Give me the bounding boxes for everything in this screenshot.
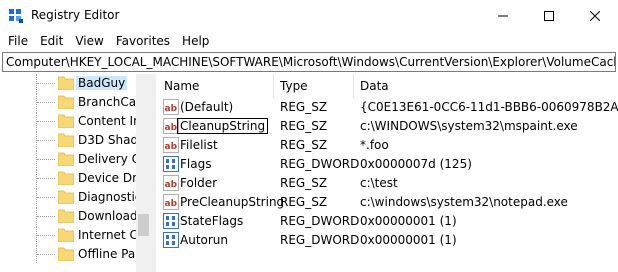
- folder-icon: [58, 76, 74, 90]
- menu-edit[interactable]: Edit: [34, 31, 69, 51]
- tree-item-branchcache[interactable]: BranchCache: [0, 93, 151, 111]
- folder-icon: [58, 209, 74, 223]
- close-icon: [590, 10, 600, 21]
- dword-value-icon: [163, 213, 179, 229]
- svg-text:ab: ab: [165, 199, 178, 209]
- value-name: Folder: [180, 176, 218, 190]
- svg-text:ab: ab: [165, 142, 178, 152]
- folder-icon: [58, 95, 74, 109]
- value-data: {C0E13E61-0CC6-11d1-BBB6-0060978B2AE6}: [360, 100, 618, 114]
- minimize-icon: [498, 15, 508, 16]
- value-type: REG_SZ: [280, 176, 328, 190]
- string-value-icon: ab: [163, 118, 179, 134]
- value-name: CleanupString: [176, 118, 269, 134]
- menu-file[interactable]: File: [0, 31, 34, 51]
- dword-value-icon: [163, 156, 179, 172]
- tree-item-internet-cache[interactable]: Internet Cache Files: [0, 226, 151, 244]
- value-row[interactable]: Flags REG_DWORD 0x0000007d (125): [156, 155, 618, 174]
- maximize-button[interactable]: [526, 0, 572, 31]
- tree-vertical-scrollbar[interactable]: [136, 74, 151, 272]
- tree-item-badguy[interactable]: BadGuy: [0, 74, 151, 92]
- value-row[interactable]: StateFlags REG_DWORD 0x00000001 (1): [156, 212, 618, 231]
- minimize-button[interactable]: [480, 0, 526, 31]
- folder-icon: [58, 190, 74, 204]
- value-name: Autorun: [180, 233, 229, 247]
- registry-editor-app-icon: [9, 9, 23, 23]
- value-data: c:\test: [360, 176, 398, 190]
- folder-icon: [58, 152, 74, 166]
- value-data: 0x00000001 (1): [360, 214, 457, 228]
- value-row[interactable]: ab (Default) REG_SZ {C0E13E61-0CC6-11d1-…: [156, 98, 618, 117]
- svg-text:ab: ab: [165, 123, 178, 133]
- dword-value-icon: [163, 232, 179, 248]
- value-type: REG_SZ: [280, 195, 328, 209]
- folder-icon: [58, 228, 74, 242]
- folder-icon: [58, 114, 74, 128]
- column-header-type[interactable]: Type: [280, 74, 308, 98]
- string-value-icon: ab: [163, 175, 179, 191]
- tree-item-delivery-optimization[interactable]: Delivery Optimization Files: [0, 150, 151, 168]
- tree-item-diagnostic[interactable]: Diagnostic Data Viewer database files: [0, 188, 151, 206]
- scrollbar-thumb[interactable]: [138, 214, 149, 236]
- value-name: Flags: [180, 157, 212, 171]
- maximize-icon: [544, 10, 554, 21]
- value-type: REG_SZ: [280, 119, 328, 133]
- value-data: 0x0000007d (125): [360, 157, 472, 171]
- registry-editor-window: Registry Editor File Edit View Favorites…: [0, 0, 618, 272]
- menu-help[interactable]: Help: [176, 31, 215, 51]
- svg-text:ab: ab: [165, 180, 178, 190]
- menu-favorites[interactable]: Favorites: [110, 31, 176, 51]
- tree-item-d3d-shader[interactable]: D3D Shader Cache: [0, 131, 151, 149]
- window-title: Registry Editor: [31, 8, 120, 22]
- value-data: c:\WINDOWS\system32\mspaint.exe: [360, 119, 578, 133]
- title-bar[interactable]: Registry Editor: [0, 0, 618, 31]
- close-button[interactable]: [572, 0, 618, 31]
- value-name: (Default): [180, 100, 234, 114]
- value-row[interactable]: ab PreCleanupString REG_SZ c:\windows\sy…: [156, 193, 618, 212]
- menu-view[interactable]: View: [69, 31, 109, 51]
- value-row[interactable]: ab Filelist REG_SZ *.foo: [156, 136, 618, 155]
- string-value-icon: ab: [163, 137, 179, 153]
- value-name: Filelist: [180, 138, 218, 152]
- folder-icon: [58, 133, 74, 147]
- string-value-icon: ab: [163, 194, 179, 210]
- column-divider[interactable]: [273, 74, 274, 98]
- value-row[interactable]: ab CleanupString REG_SZ c:\WINDOWS\syste…: [156, 117, 618, 136]
- column-header-name[interactable]: Name: [164, 74, 199, 98]
- folder-icon: [58, 247, 74, 261]
- tree-item-content-indexer[interactable]: Content Indexer Cleaner: [0, 112, 151, 130]
- value-data: *.foo: [360, 138, 389, 152]
- column-header-data[interactable]: Data: [360, 74, 389, 98]
- value-type: REG_DWORD: [280, 233, 360, 247]
- value-type: REG_DWORD: [280, 214, 360, 228]
- value-type: REG_DWORD: [280, 157, 360, 171]
- tree-item-label: BadGuy: [76, 76, 128, 90]
- value-row[interactable]: ab Folder REG_SZ c:\test: [156, 174, 618, 193]
- values-list-pane[interactable]: Name Type Data ab (Default) REG_SZ {C0E1…: [156, 74, 618, 272]
- tree-item-device-driver[interactable]: Device Driver Packages: [0, 169, 151, 187]
- address-path[interactable]: Computer\HKEY_LOCAL_MACHINE\SOFTWARE\Mic…: [6, 55, 615, 69]
- string-value-icon: ab: [163, 99, 179, 115]
- address-bar[interactable]: Computer\HKEY_LOCAL_MACHINE\SOFTWARE\Mic…: [2, 52, 616, 72]
- value-data: 0x00000001 (1): [360, 233, 457, 247]
- key-tree-pane[interactable]: BadGuy BranchCache Content Indexer Clean…: [0, 74, 151, 272]
- value-name: StateFlags: [180, 214, 244, 228]
- value-name: PreCleanupString: [180, 195, 285, 209]
- value-type: REG_SZ: [280, 100, 328, 114]
- menu-bar: File Edit View Favorites Help: [0, 31, 618, 51]
- tree-item-downloaded[interactable]: Downloaded Program Files: [0, 207, 151, 225]
- value-type: REG_SZ: [280, 138, 328, 152]
- value-row[interactable]: Autorun REG_DWORD 0x00000001 (1): [156, 231, 618, 250]
- tree-item-offline-pages[interactable]: Offline Pages Files: [0, 245, 151, 263]
- svg-text:ab: ab: [165, 104, 178, 114]
- column-divider[interactable]: [353, 74, 354, 98]
- folder-icon: [58, 171, 74, 185]
- value-data: c:\windows\system32\notepad.exe: [360, 195, 568, 209]
